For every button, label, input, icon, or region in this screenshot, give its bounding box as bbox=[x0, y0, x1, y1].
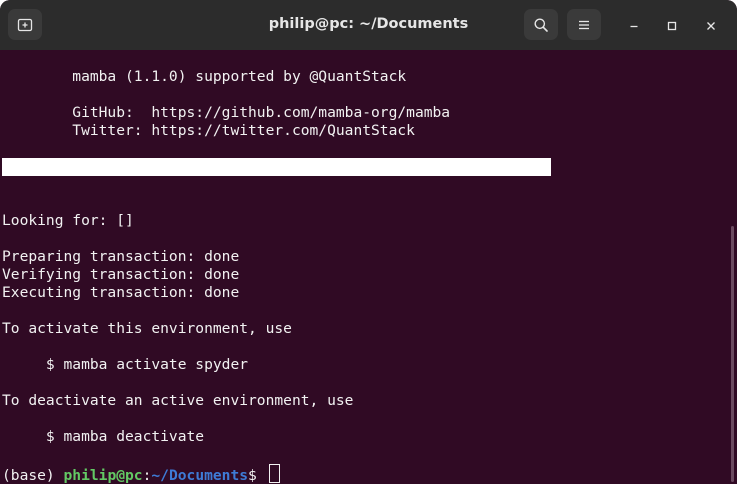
prompt-symbol: $ bbox=[248, 467, 266, 484]
terminal-window: philip@pc: ~/Documents mamba (1.1.0) sup… bbox=[0, 0, 737, 484]
close-button[interactable] bbox=[700, 15, 722, 37]
prompt-path: ~/Documents bbox=[151, 467, 249, 484]
maximize-button[interactable] bbox=[661, 15, 683, 37]
prompt-line[interactable]: (base) philip@pc:~/Documents$ bbox=[2, 464, 280, 484]
scrollbar[interactable] bbox=[731, 226, 734, 482]
close-icon bbox=[707, 22, 715, 30]
title-bar[interactable]: philip@pc: ~/Documents bbox=[0, 0, 737, 50]
new-tab-icon bbox=[17, 18, 33, 31]
terminal-output[interactable]: mamba (1.1.0) supported by @QuantStack G… bbox=[0, 50, 737, 484]
prompt-user-host: philip@pc bbox=[63, 467, 143, 484]
minimize-button[interactable] bbox=[623, 15, 645, 37]
highlight-bar bbox=[2, 158, 551, 176]
output-line: Executing transaction: done bbox=[2, 284, 240, 301]
menu-button[interactable] bbox=[567, 9, 601, 40]
maximize-icon bbox=[667, 21, 677, 31]
output-line: $ mamba deactivate bbox=[2, 428, 205, 445]
new-tab-button[interactable] bbox=[8, 9, 42, 40]
search-icon bbox=[534, 18, 548, 32]
output-line: Twitter: https://twitter.com/QuantStack bbox=[2, 122, 415, 139]
output-line: Looking for: [] bbox=[2, 212, 134, 229]
output-line: To deactivate an active environment, use bbox=[2, 392, 354, 409]
text-cursor[interactable] bbox=[268, 464, 280, 483]
output-line: To activate this environment, use bbox=[2, 320, 292, 337]
output-line: Verifying transaction: done bbox=[2, 266, 240, 283]
output-line: $ mamba activate spyder bbox=[2, 356, 249, 373]
hamburger-menu-icon bbox=[579, 20, 589, 29]
output-line: GitHub: https://github.com/mamba-org/mam… bbox=[2, 104, 451, 121]
output-line: mamba (1.1.0) supported by @QuantStack bbox=[2, 68, 407, 85]
search-button[interactable] bbox=[524, 9, 558, 40]
prompt-env: (base) bbox=[2, 467, 64, 484]
output-line: Preparing transaction: done bbox=[2, 248, 240, 265]
minimize-icon bbox=[630, 25, 638, 28]
